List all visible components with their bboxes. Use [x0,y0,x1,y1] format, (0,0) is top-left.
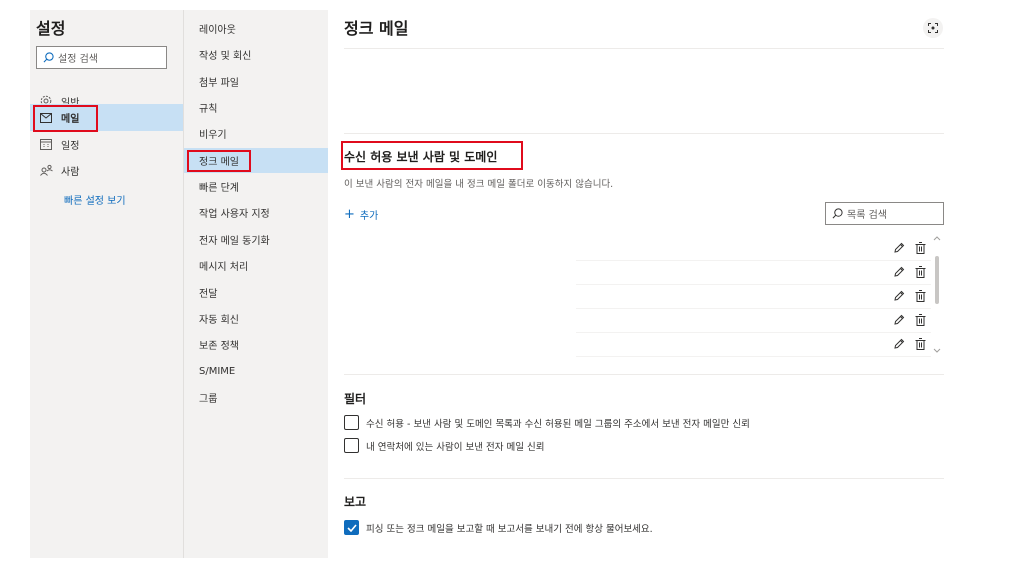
expand-button[interactable] [923,18,943,38]
nav-item-layout[interactable]: 레이아웃 [184,16,329,41]
nav-item-sweep[interactable]: 비우기 [184,121,329,146]
safe-sender-row[interactable] [576,237,931,261]
settings-title: 설정 [36,19,66,38]
safe-sender-row[interactable] [576,333,931,357]
sidebar-item-calendar[interactable]: 일정 [30,131,183,157]
divider [344,48,944,49]
search-icon [43,52,54,63]
scrollbar-thumb[interactable] [935,256,939,304]
checkbox-label: 피싱 또는 정크 메일을 보고할 때 보고서를 보내기 전에 항상 물어보세요. [366,523,653,535]
list-search-input[interactable]: 목록 검색 [825,202,944,225]
sidebar-item-people[interactable]: 사람 [30,157,183,183]
settings-category-pane: 설정 설정 검색 일반 메일 일정 사람 빠른 설정 보기 [30,10,183,558]
filter-option-trust-contacts[interactable]: 내 연락처에 있는 사람이 보낸 전자 메일 신뢰 [344,438,544,453]
nav-item-rules[interactable]: 규칙 [184,95,329,120]
calendar-icon [39,137,53,151]
row-actions [893,338,926,350]
report-option-ask-before-send[interactable]: 피싱 또는 정크 메일을 보고할 때 보고서를 보내기 전에 항상 물어보세요. [344,520,653,535]
sidebar-item-label: 일정 [61,140,80,152]
nav-item-forwarding[interactable]: 전달 [184,280,329,305]
row-actions [893,266,926,278]
expand-icon [928,23,938,33]
edit-icon[interactable] [893,338,905,350]
search-icon [832,208,843,219]
nav-item-message-handling[interactable]: 메시지 처리 [184,253,329,278]
row-actions [893,290,926,302]
edit-icon[interactable] [893,290,905,302]
safe-senders-list [576,237,931,357]
safe-sender-row[interactable] [576,285,931,309]
nav-item-compose-reply[interactable]: 작성 및 회신 [184,42,329,67]
edit-icon[interactable] [893,314,905,326]
nav-item-quick-steps[interactable]: 빠른 단계 [184,174,329,199]
page-title: 정크 메일 [344,19,409,38]
highlight-box [33,105,98,132]
delete-icon[interactable] [915,242,926,254]
nav-item-automatic-replies[interactable]: 자동 회신 [184,306,329,331]
safe-senders-description: 이 보낸 사람의 전자 메일을 내 정크 메일 폴더로 이동하지 않습니다. [344,179,614,190]
nav-item-retention-policies[interactable]: 보존 정책 [184,332,329,357]
settings-search-input[interactable]: 설정 검색 [36,46,167,69]
nav-item-smime[interactable]: S/MIME [184,359,329,384]
list-search-placeholder: 목록 검색 [847,210,887,221]
row-actions [893,242,926,254]
checkbox[interactable] [344,415,359,430]
scroll-down-icon [933,348,941,353]
row-actions [893,314,926,326]
filters-title: 필터 [344,392,367,406]
safe-sender-row[interactable] [576,309,931,333]
delete-icon[interactable] [915,266,926,278]
sidebar-item-label: 사람 [61,166,80,178]
junk-email-settings: 정크 메일 수신 허용 보낸 사람 및 도메인 이 보낸 사람의 전자 메일을 … [328,10,948,558]
scroll-up-icon [933,236,941,241]
checkbox-checked[interactable] [344,520,359,535]
settings-search-placeholder: 설정 검색 [58,54,98,65]
delete-icon[interactable] [915,290,926,302]
add-label: 추가 [359,211,379,222]
nav-item-groups[interactable]: 그룹 [184,385,329,410]
edit-icon[interactable] [893,242,905,254]
safe-sender-row[interactable] [576,261,931,285]
reporting-title: 보고 [344,495,367,509]
checkbox-label: 내 연락처에 있는 사람이 보낸 전자 메일 신뢰 [366,441,545,453]
highlight-box [187,150,251,172]
checkbox[interactable] [344,438,359,453]
add-safe-sender-button[interactable]: + 추가 [344,207,378,222]
nav-item-customize-actions[interactable]: 작업 사용자 지정 [184,200,329,225]
filter-option-safe-only[interactable]: 수신 허용 - 보낸 사람 및 도메인 목록과 수신 허용된 메일 그룹의 주소… [344,415,750,430]
nav-item-attachments[interactable]: 첨부 파일 [184,69,329,94]
edit-icon[interactable] [893,266,905,278]
delete-icon[interactable] [915,338,926,350]
divider [344,374,944,375]
divider [344,478,944,479]
quick-settings-link[interactable]: 빠른 설정 보기 [64,192,126,207]
settings-window: 설정 설정 검색 일반 메일 일정 사람 빠른 설정 보기 레이아웃 작성 및 … [30,10,948,558]
people-icon [39,163,53,177]
delete-icon[interactable] [915,314,926,326]
mail-settings-nav: 레이아웃 작성 및 회신 첨부 파일 규칙 비우기 정크 메일 빠른 단계 작업… [183,10,329,558]
plus-icon: + [344,207,355,222]
divider [344,133,944,134]
nav-item-sync-email[interactable]: 전자 메일 동기화 [184,227,329,252]
highlight-box [341,141,523,170]
checkmark-icon [346,523,357,532]
checkbox-label: 수신 허용 - 보낸 사람 및 도메인 목록과 수신 허용된 메일 그룹의 주소… [366,418,750,430]
